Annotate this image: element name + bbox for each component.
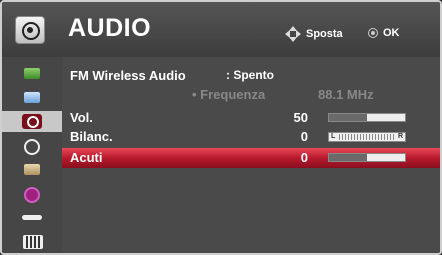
- sidebar-item-media[interactable]: [2, 231, 62, 252]
- audio-menu-window: AUDIO Sposta OK FM Wireless Audio: Spen…: [0, 0, 442, 255]
- picture-icon: [24, 68, 40, 79]
- category-sidebar: [2, 57, 62, 253]
- ok-icon: [368, 28, 378, 38]
- move-hint: Sposta: [284, 25, 343, 43]
- menu-header: AUDIO Sposta OK: [2, 2, 440, 57]
- menu-content: FM Wireless Audio : Spento • Frequenza 8…: [62, 57, 440, 253]
- move-label: Sposta: [306, 28, 343, 40]
- fm-wireless-label: FM Wireless Audio: [70, 68, 186, 83]
- time-icon: [24, 139, 40, 155]
- screen-icon: [24, 92, 40, 103]
- media-icon: [23, 235, 43, 249]
- info-icon: [24, 187, 40, 203]
- treble-label: Acuti: [70, 150, 103, 165]
- frequency-label: • Frequenza: [192, 87, 266, 102]
- sidebar-item-input[interactable]: [2, 207, 62, 228]
- sidebar-item-setup[interactable]: [2, 159, 62, 180]
- sidebar-item-audio[interactable]: [2, 111, 62, 132]
- fm-wireless-value: : Spento: [226, 68, 274, 82]
- frequency-value: 88.1 MHz: [318, 87, 374, 102]
- audio-icon: [22, 114, 42, 129]
- volume-value: 50: [293, 110, 308, 125]
- balance-label: Bilanc.: [70, 129, 113, 144]
- dpad-icon: [284, 25, 302, 43]
- volume-bar[interactable]: [328, 113, 406, 122]
- balance-right-label: R: [397, 133, 403, 140]
- balance-value: 0: [300, 129, 308, 144]
- page-title: AUDIO: [68, 14, 152, 42]
- frequency-row: • Frequenza 88.1 MHz: [62, 86, 440, 104]
- balance-left-label: L: [331, 133, 336, 140]
- audio-icon: [15, 16, 45, 44]
- fm-wireless-row[interactable]: FM Wireless Audio : Spento: [62, 67, 440, 85]
- sidebar-item-screen[interactable]: [2, 87, 62, 108]
- ok-label: OK: [383, 27, 400, 39]
- ok-hint: OK: [368, 27, 400, 39]
- setup-icon: [24, 164, 40, 175]
- treble-bar[interactable]: [328, 153, 406, 162]
- balance-bar[interactable]: L R: [328, 132, 406, 142]
- balance-row[interactable]: Bilanc. 0 L R: [62, 128, 440, 146]
- volume-label: Vol.: [70, 110, 93, 125]
- volume-row[interactable]: Vol. 50: [62, 109, 440, 127]
- sidebar-item-picture[interactable]: [2, 63, 62, 84]
- sidebar-item-info[interactable]: [2, 183, 62, 204]
- treble-value: 0: [300, 150, 308, 165]
- sidebar-item-time[interactable]: [2, 135, 62, 156]
- input-icon: [22, 215, 42, 220]
- treble-row[interactable]: Acuti 0: [62, 148, 440, 168]
